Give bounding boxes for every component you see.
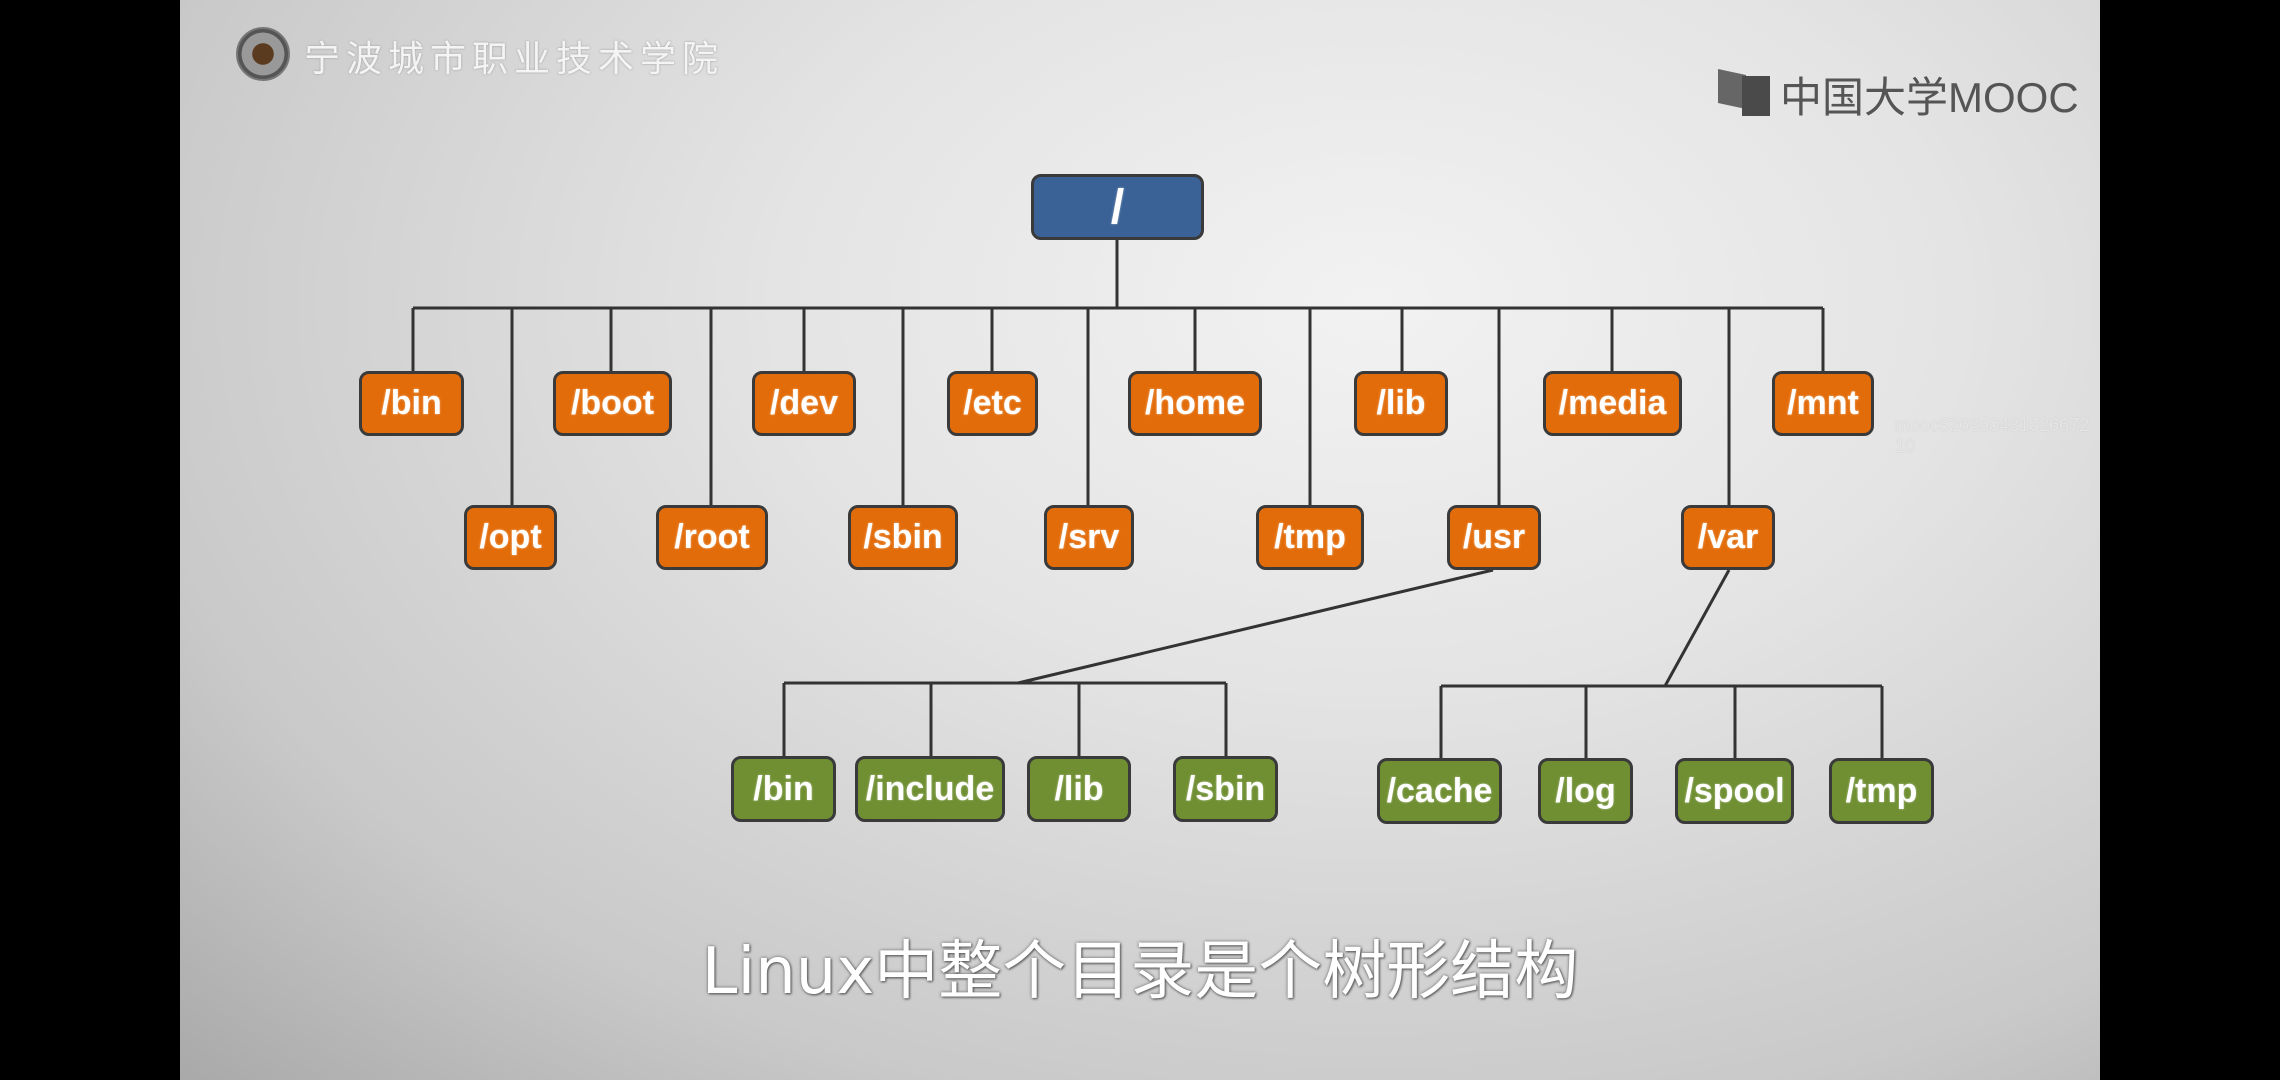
usr-child-node-bin: /bin [731, 756, 836, 822]
dir-node-media: /media [1543, 371, 1682, 436]
var-child-node-log: /log [1538, 758, 1633, 824]
dir-node-usr: /usr [1447, 505, 1541, 570]
var-connector-line [1663, 569, 1731, 687]
subtitle-caption: Linux中整个目录是个树形结构 [701, 935, 1579, 1009]
dir-node-tmp: /tmp [1256, 505, 1364, 570]
dir-node-var: /var [1681, 505, 1775, 570]
root-directory-node: / [1031, 174, 1204, 240]
video-frame: 宁波城市职业技术学院 中国大学MOOC mooc526850431026672​… [180, 0, 2100, 1080]
dir-node-sbin: /sbin [848, 505, 958, 570]
dir-node-boot: /boot [553, 371, 672, 436]
usr-child-node-include: /include [855, 756, 1005, 822]
dir-node-home: /home [1128, 371, 1262, 436]
var-child-node-tmp: /tmp [1829, 758, 1934, 824]
usr-child-node-sbin: /sbin [1173, 756, 1278, 822]
var-child-node-cache: /cache [1377, 758, 1502, 824]
var-child-node-spool: /spool [1675, 758, 1794, 824]
dir-node-srv: /srv [1044, 505, 1134, 570]
dir-node-lib: /lib [1354, 371, 1448, 436]
dir-node-mnt: /mnt [1772, 371, 1874, 436]
dir-node-opt: /opt [464, 505, 557, 570]
dir-node-dev: /dev [752, 371, 856, 436]
dir-node-root: /root [656, 505, 768, 570]
dir-node-bin: /bin [359, 371, 464, 436]
dir-node-etc: /etc [947, 371, 1038, 436]
usr-child-node-lib: /lib [1027, 756, 1131, 822]
usr-connector-line [1017, 568, 1494, 685]
